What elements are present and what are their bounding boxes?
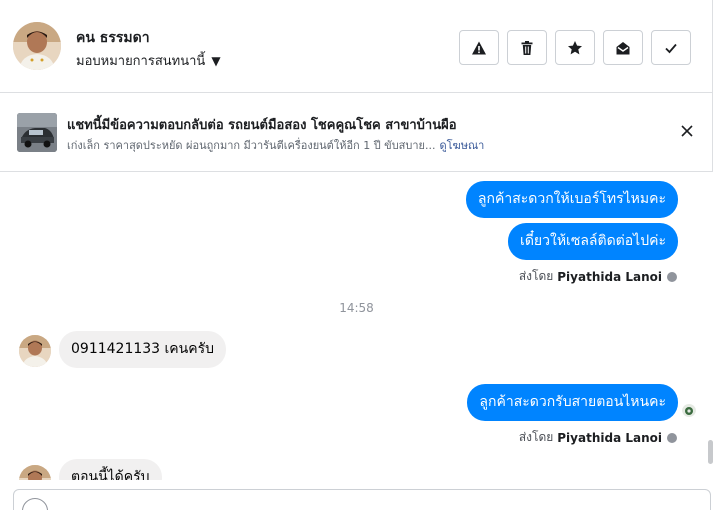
check-icon	[665, 43, 677, 53]
scrollbar-thumb[interactable]	[708, 440, 713, 464]
star-button[interactable]	[555, 30, 595, 65]
ad-reply-banner: แชทนี้มีข้อความตอบกลับต่อ รถยนต์มือสอง โ…	[0, 93, 713, 172]
conversation-panel: คน ธรรมดา มอบหมายการสนทนานี้ ▼ แชทนี้มีข…	[0, 0, 713, 510]
assign-label: มอบหมายการสนทนานี้	[76, 54, 206, 69]
message-thread: ลูกค้าสะดวกให้เบอร์โทรไหมคะ เดี๋ยวให้เซล…	[0, 172, 713, 480]
sent-by-prefix: ส่งโดย	[518, 269, 554, 283]
info-icon	[667, 271, 677, 282]
sent-by-label: ส่งโดย Piyathida Lanoi	[519, 267, 677, 286]
timestamp-separator: 14:58	[339, 301, 374, 315]
sent-by-label: ส่งโดย Piyathida Lanoi	[519, 428, 677, 447]
mark-unread-button[interactable]	[603, 30, 643, 65]
message-composer[interactable]	[13, 489, 711, 510]
caret-down-icon: ▼	[211, 53, 221, 68]
star-icon	[568, 40, 582, 54]
ad-title: แชทนี้มีข้อความตอบกลับต่อ รถยนต์มือสอง โ…	[67, 118, 457, 133]
contact-avatar	[19, 335, 51, 367]
avatar[interactable]	[13, 22, 61, 70]
delete-button[interactable]	[507, 30, 547, 65]
agent-name: Piyathida Lanoi	[557, 269, 662, 284]
outgoing-message[interactable]: ลูกค้าสะดวกให้เบอร์โทรไหมคะ	[465, 181, 678, 218]
page-avatar	[22, 498, 48, 510]
trash-icon	[521, 40, 533, 55]
info-icon	[667, 432, 677, 443]
ad-thumbnail[interactable]	[17, 113, 57, 152]
view-ad-link[interactable]: ดูโฆษณา	[440, 139, 485, 152]
mark-done-button[interactable]	[651, 30, 691, 65]
outgoing-message[interactable]: เดี๋ยวให้เซลล์ติดต่อไปค่ะ	[508, 223, 678, 260]
envelope-open-icon	[616, 41, 630, 54]
outgoing-message[interactable]: ลูกค้าสะดวกรับสายตอนไหนคะ	[467, 384, 678, 421]
mark-spam-button[interactable]	[459, 30, 499, 65]
close-icon[interactable]	[678, 122, 696, 140]
contact-name[interactable]: คน ธรรมดา	[76, 27, 150, 49]
sent-by-prefix: ส่งโดย	[518, 430, 554, 444]
warning-icon	[472, 41, 486, 54]
conversation-header: คน ธรรมดา มอบหมายการสนทนานี้ ▼	[0, 0, 713, 93]
ad-description-text: เก่งเล็ก ราคาสุดประหยัด ผ่อนถูกมาก มีวาร…	[67, 139, 436, 152]
seen-avatar-icon	[682, 403, 696, 417]
contact-avatar	[19, 465, 51, 480]
incoming-message[interactable]: 0911421133 เคนครับ	[59, 331, 227, 368]
ad-description: เก่งเล็ก ราคาสุดประหยัด ผ่อนถูกมาก มีวาร…	[67, 136, 484, 154]
assign-conversation-dropdown[interactable]: มอบหมายการสนทนานี้ ▼	[76, 50, 221, 71]
incoming-message[interactable]: ตอนนี้ได้ครับ	[59, 459, 162, 480]
agent-name: Piyathida Lanoi	[557, 430, 662, 445]
